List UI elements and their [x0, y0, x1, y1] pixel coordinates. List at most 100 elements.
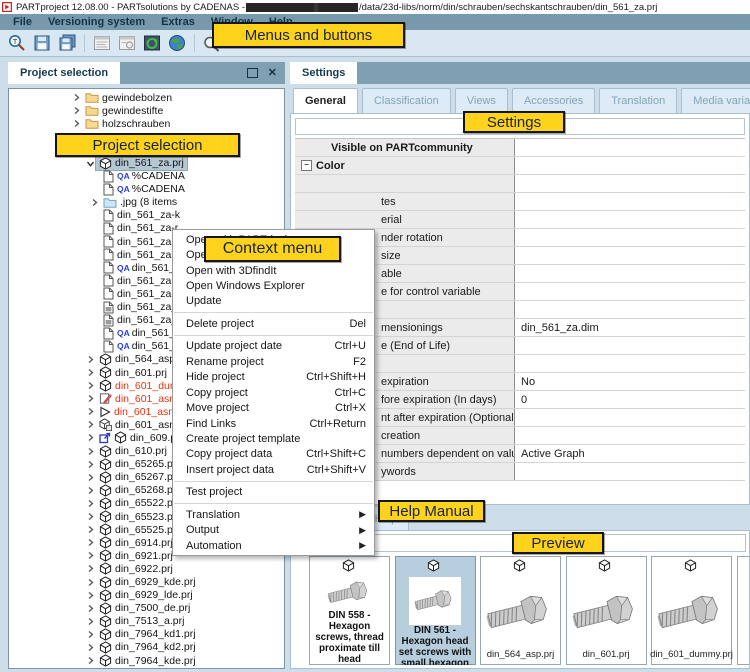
- chevron-right-icon[interactable]: [85, 617, 96, 626]
- settings-row-value[interactable]: din_561_za.dim: [515, 319, 745, 336]
- chevron-right-icon[interactable]: [85, 591, 96, 600]
- tab-translation[interactable]: Translation: [599, 88, 677, 113]
- preview-card[interactable]: DIN 558 - Hexagon screws, thread proxima…: [309, 556, 390, 665]
- tree-item-gewindebolzen[interactable]: gewindebolzen: [9, 91, 284, 104]
- chevron-right-icon[interactable]: [71, 119, 82, 128]
- tree-item-din-561-za-k[interactable]: din_561_za-k: [9, 209, 284, 222]
- settings-row[interactable]: erial: [295, 211, 745, 229]
- web-globe-icon[interactable]: [166, 33, 188, 54]
- chevron-right-icon[interactable]: [71, 106, 82, 115]
- window-preview-icon[interactable]: [91, 33, 113, 54]
- context-menu-item-translation[interactable]: Translation▶: [173, 507, 374, 522]
- save-icon[interactable]: [31, 33, 53, 54]
- chevron-right-icon[interactable]: [85, 525, 96, 534]
- context-menu-item-output[interactable]: Output▶: [173, 522, 374, 537]
- chevron-right-icon[interactable]: [85, 407, 96, 416]
- tree-item--cadena[interactable]: QA%CADENA: [9, 170, 284, 183]
- context-menu-item-update[interactable]: Update: [173, 294, 374, 309]
- settings-row-value[interactable]: [515, 427, 745, 444]
- tree-item-din-6922-prj[interactable]: din_6922.prj: [9, 562, 284, 575]
- tree-item-din-7500-de-prj[interactable]: din_7500_de.prj: [9, 602, 284, 615]
- preview-card[interactable]: DIN 561 - Hexagon head set screws with s…: [395, 556, 476, 665]
- tree-item-holzschrauben[interactable]: holzschrauben: [9, 117, 284, 130]
- chevron-right-icon[interactable]: [85, 433, 96, 442]
- settings-row-value[interactable]: [515, 229, 745, 246]
- window-run-icon[interactable]: [141, 33, 163, 54]
- settings-row-value[interactable]: [515, 463, 745, 480]
- tab-views[interactable]: Views: [455, 88, 508, 113]
- tree-item-din-7964-kd1-prj[interactable]: din_7964_kd1.prj: [9, 628, 284, 641]
- tree-item-din-561-za-prj[interactable]: din_561_za.prj: [9, 156, 284, 169]
- context-menu-item-automation[interactable]: Automation▶: [173, 538, 374, 553]
- tab-accessories[interactable]: Accessories: [512, 88, 595, 113]
- tree-item-din-6929-kde-prj[interactable]: din_6929_kde.prj: [9, 575, 284, 588]
- chevron-right-icon[interactable]: [85, 355, 96, 364]
- chevron-right-icon[interactable]: [71, 93, 82, 102]
- tree-item--cadena[interactable]: QA%CADENA: [9, 183, 284, 196]
- settings-row-value[interactable]: [515, 193, 745, 210]
- context-menu-item-rename-project[interactable]: Rename projectF2: [173, 354, 374, 369]
- chevron-right-icon[interactable]: [85, 630, 96, 639]
- chevron-right-icon[interactable]: [85, 656, 96, 665]
- chevron-right-icon[interactable]: [85, 604, 96, 613]
- context-menu-item-copy-project-data[interactable]: Copy project dataCtrl+Shift+C: [173, 447, 374, 462]
- settings-row[interactable]: −Color: [295, 157, 745, 175]
- context-menu-item-insert-project-data[interactable]: Insert project dataCtrl+Shift+V: [173, 462, 374, 477]
- chevron-right-icon[interactable]: [89, 198, 100, 207]
- maximize-panel-icon[interactable]: [247, 68, 258, 78]
- tab-general[interactable]: General: [293, 88, 358, 113]
- chevron-right-icon[interactable]: [85, 538, 96, 547]
- settings-row-value[interactable]: [515, 157, 745, 174]
- context-menu-item-move-project[interactable]: Move projectCtrl+X: [173, 400, 374, 415]
- chevron-right-icon[interactable]: [85, 512, 96, 521]
- settings-row-value[interactable]: [515, 175, 745, 192]
- collapse-box-icon[interactable]: −: [301, 160, 312, 171]
- save-all-icon[interactable]: [56, 33, 78, 54]
- tab-classification[interactable]: Classification: [362, 88, 451, 113]
- tree-item-din-7964-kde-prj[interactable]: din_7964_kde.prj: [9, 654, 284, 667]
- preview-card[interactable]: din_564_asp.prj: [480, 556, 561, 665]
- tree-item-din-6929-lde-prj[interactable]: din_6929_lde.prj: [9, 589, 284, 602]
- tree-item-din-7964-kd2-prj[interactable]: din_7964_kd2.prj: [9, 641, 284, 654]
- chevron-right-icon[interactable]: [85, 551, 96, 560]
- settings-row-value[interactable]: [515, 283, 745, 300]
- chevron-right-icon[interactable]: [85, 486, 96, 495]
- settings-row[interactable]: Visible on PARTcommunity: [295, 139, 745, 157]
- search-text-icon[interactable]: T: [6, 33, 28, 54]
- settings-row-value[interactable]: [515, 265, 745, 282]
- settings-row[interactable]: tes: [295, 193, 745, 211]
- settings-row-value[interactable]: No: [515, 373, 745, 390]
- chevron-right-icon[interactable]: [85, 643, 96, 652]
- settings-row-value[interactable]: [515, 355, 745, 372]
- context-menu-item-open-with-3dfindit[interactable]: Open with 3DfindIt: [173, 263, 374, 278]
- chevron-right-icon[interactable]: [85, 394, 96, 403]
- preview-card[interactable]: din_601.prj: [566, 556, 647, 665]
- context-menu-item-hide-project[interactable]: Hide projectCtrl+Shift+H: [173, 370, 374, 385]
- settings-row[interactable]: [295, 175, 745, 193]
- chevron-right-icon[interactable]: [85, 564, 96, 573]
- settings-row-value[interactable]: [515, 337, 745, 354]
- tree-item-din-7513-a-prj[interactable]: din_7513_a.prj: [9, 615, 284, 628]
- context-menu-item-update-project-date[interactable]: Update project dateCtrl+U: [173, 339, 374, 354]
- settings-row-value[interactable]: [515, 247, 745, 264]
- chevron-down-icon[interactable]: [85, 159, 96, 168]
- context-menu-item-test-project[interactable]: Test project: [173, 485, 374, 500]
- chevron-right-icon[interactable]: [85, 420, 96, 429]
- close-panel-icon[interactable]: ✕: [268, 68, 277, 78]
- context-menu-item-delete-project[interactable]: Delete projectDel: [173, 316, 374, 331]
- menu-extras[interactable]: Extras: [154, 14, 202, 30]
- tree-item-gewindestifte[interactable]: gewindestifte: [9, 104, 284, 117]
- chevron-right-icon[interactable]: [85, 473, 96, 482]
- tab-media-variable[interactable]: Media variable: [681, 88, 750, 113]
- context-menu-item-create-project-template[interactable]: Create project template: [173, 431, 374, 446]
- window-settings-icon[interactable]: [116, 33, 138, 54]
- context-menu-item-copy-project[interactable]: Copy projectCtrl+C: [173, 385, 374, 400]
- settings-row-value[interactable]: Active Graph: [515, 445, 745, 462]
- settings-row-value[interactable]: [515, 139, 745, 156]
- tree-item--jpg-8-items[interactable]: .jpg (8 items: [9, 196, 284, 209]
- chevron-right-icon[interactable]: [85, 499, 96, 508]
- context-menu-item-open-windows-explorer[interactable]: Open Windows Explorer: [173, 278, 374, 293]
- chevron-right-icon[interactable]: [85, 381, 96, 390]
- chevron-right-icon[interactable]: [85, 447, 96, 456]
- preview-card[interactable]: din_601_dummy.prj: [651, 556, 732, 665]
